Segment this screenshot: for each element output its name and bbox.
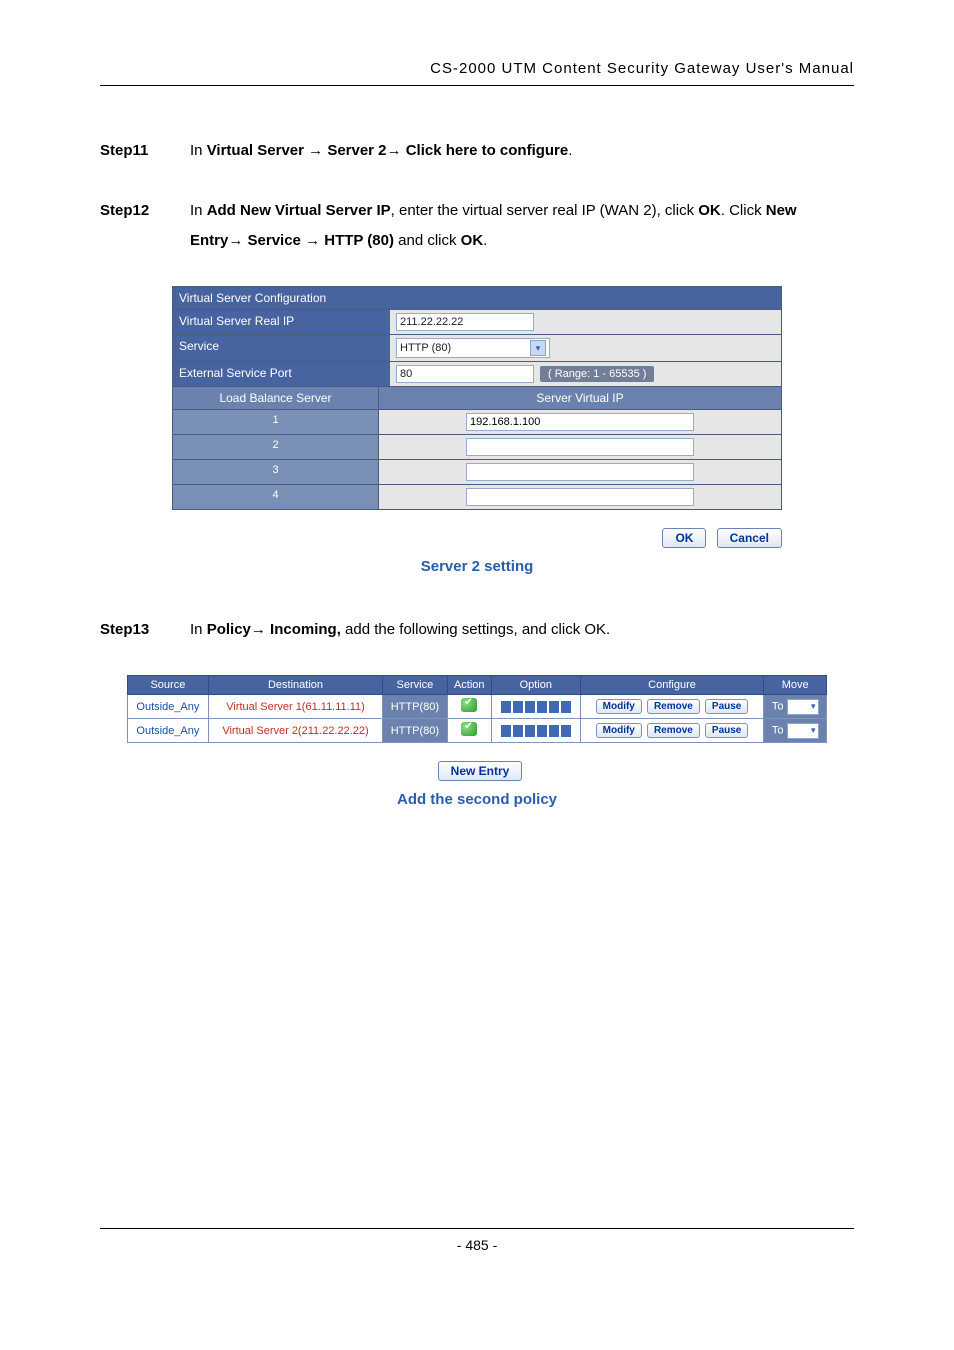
table-row: Outside_Any Virtual Server 2(211.22.22.2… bbox=[128, 719, 827, 743]
ok-button[interactable]: OK bbox=[662, 528, 706, 548]
modify-button[interactable]: Modify bbox=[596, 723, 642, 738]
th-option: Option bbox=[491, 676, 580, 695]
lb-server-header: Load Balance Server bbox=[173, 387, 379, 409]
cell-option bbox=[491, 719, 580, 743]
remove-button[interactable]: Remove bbox=[647, 699, 700, 714]
server-vip-header: Server Virtual IP bbox=[379, 387, 781, 409]
th-move: Move bbox=[764, 676, 827, 695]
step11: Step11 In Virtual Server → Server 2→ Cli… bbox=[100, 136, 854, 166]
th-action: Action bbox=[447, 676, 491, 695]
step12-text: In Add New Virtual Server IP, enter the … bbox=[190, 196, 854, 256]
ext-port-input[interactable]: 80 bbox=[396, 365, 534, 383]
vip-input-2[interactable] bbox=[466, 438, 694, 456]
step12-label: Step12 bbox=[100, 196, 190, 256]
new-entry-button[interactable]: New Entry bbox=[438, 761, 523, 781]
service-select[interactable]: HTTP (80) ▾ bbox=[396, 338, 550, 358]
cancel-button[interactable]: Cancel bbox=[717, 528, 782, 548]
vip-input-4[interactable] bbox=[466, 488, 694, 506]
ext-port-label: External Service Port bbox=[173, 362, 390, 386]
th-configure: Configure bbox=[580, 676, 764, 695]
pause-button[interactable]: Pause bbox=[705, 699, 748, 714]
page-footer: - 485 - bbox=[100, 1228, 854, 1253]
th-service: Service bbox=[383, 676, 447, 695]
lb-row-4: 4 bbox=[172, 485, 782, 510]
step13-text: In Policy→ Incoming, add the following s… bbox=[190, 615, 610, 645]
lb-row-2: 2 bbox=[172, 435, 782, 460]
permit-icon bbox=[461, 722, 477, 736]
step11-text: In Virtual Server → Server 2→ Click here… bbox=[190, 136, 572, 166]
header-title: CS-2000 UTM Content Security Gateway Use… bbox=[100, 60, 854, 86]
pause-button[interactable]: Pause bbox=[705, 723, 748, 738]
cell-source[interactable]: Outside_Any bbox=[128, 695, 209, 719]
move-select[interactable]: 2▾ bbox=[787, 723, 819, 739]
cell-configure: Modify Remove Pause bbox=[580, 719, 764, 743]
step11-label: Step11 bbox=[100, 136, 190, 166]
chevron-down-icon: ▾ bbox=[811, 701, 816, 712]
vip-input-3[interactable] bbox=[466, 463, 694, 481]
move-select[interactable]: 1▾ bbox=[787, 699, 819, 715]
real-ip-input[interactable]: 211.22.22.22 bbox=[396, 313, 534, 331]
cell-option bbox=[491, 695, 580, 719]
panel-title: Virtual Server Configuration bbox=[172, 286, 782, 310]
cell-source[interactable]: Outside_Any bbox=[128, 719, 209, 743]
real-ip-label: Virtual Server Real IP bbox=[173, 310, 390, 334]
cell-destination[interactable]: Virtual Server 1(61.11.11.11) bbox=[208, 695, 382, 719]
modify-button[interactable]: Modify bbox=[596, 699, 642, 714]
virtual-server-config-panel: Virtual Server Configuration Virtual Ser… bbox=[172, 286, 782, 510]
cell-service: HTTP(80) bbox=[383, 695, 447, 719]
th-destination: Destination bbox=[208, 676, 382, 695]
step12: Step12 In Add New Virtual Server IP, ent… bbox=[100, 196, 854, 256]
service-label: Service bbox=[173, 335, 390, 361]
chevron-down-icon: ▾ bbox=[811, 725, 816, 736]
policy-table: Source Destination Service Action Option… bbox=[127, 675, 827, 743]
figure-caption-1: Server 2 setting bbox=[100, 558, 854, 575]
remove-button[interactable]: Remove bbox=[647, 723, 700, 738]
permit-icon bbox=[461, 698, 477, 712]
table-row: Outside_Any Virtual Server 1(61.11.11.11… bbox=[128, 695, 827, 719]
cell-action bbox=[447, 719, 491, 743]
ext-port-range: ( Range: 1 - 65535 ) bbox=[540, 366, 654, 382]
cell-configure: Modify Remove Pause bbox=[580, 695, 764, 719]
cell-move: To 2▾ bbox=[764, 719, 827, 743]
cell-service: HTTP(80) bbox=[383, 719, 447, 743]
chevron-down-icon: ▾ bbox=[530, 340, 546, 356]
step13: Step13 In Policy→ Incoming, add the foll… bbox=[100, 615, 854, 645]
th-source: Source bbox=[128, 676, 209, 695]
cell-destination[interactable]: Virtual Server 2(211.22.22.22) bbox=[208, 719, 382, 743]
lb-row-3: 3 bbox=[172, 460, 782, 485]
figure-caption-2: Add the second policy bbox=[100, 791, 854, 808]
lb-row-1: 1 192.168.1.100 bbox=[172, 410, 782, 435]
vip-input-1[interactable]: 192.168.1.100 bbox=[466, 413, 694, 431]
step13-label: Step13 bbox=[100, 615, 190, 645]
cell-move: To 1▾ bbox=[764, 695, 827, 719]
cell-action bbox=[447, 695, 491, 719]
